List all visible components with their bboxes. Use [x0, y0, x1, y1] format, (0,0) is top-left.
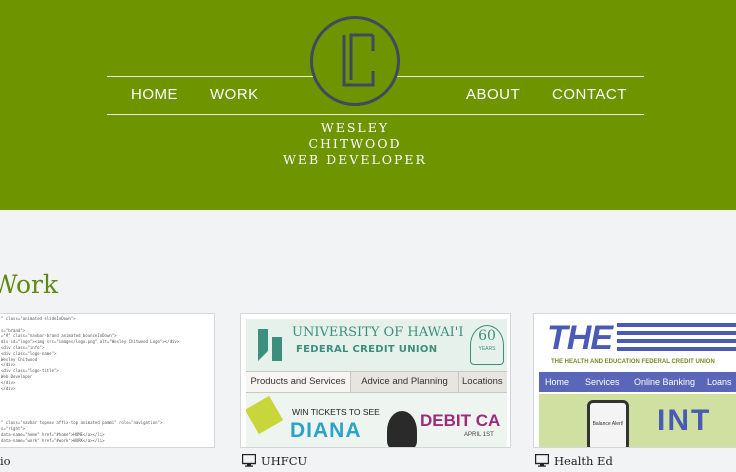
- monitor-icon: [241, 453, 257, 467]
- uhfcu-tab-products[interactable]: Products and Services: [246, 372, 351, 392]
- work-section-title: Work: [0, 270, 59, 299]
- uhfcu-banner-ticket: WIN TICKETS TO SEE: [292, 407, 380, 417]
- work-card-healthed[interactable]: THE THE HEALTH AND EDUCATION FEDERAL CRE…: [533, 313, 736, 448]
- uhfcu-subname: FEDERAL CREDIT UNION: [296, 344, 438, 355]
- tagline-name-last: CHITWOOD: [308, 136, 402, 151]
- work-card-label[interactable]: io: [0, 454, 11, 468]
- code-line: s="right">: [1, 426, 26, 432]
- code-line: <div class="info">: [1, 345, 45, 350]
- healthed-banner-text: INT: [657, 404, 712, 437]
- healthed-nav-online-banking[interactable]: Online Banking: [634, 377, 695, 387]
- code-line: " class="navbar topnav affix-top animate…: [1, 420, 163, 426]
- code-line: Web Developer: [1, 374, 33, 379]
- nav-about-link[interactable]: ABOUT: [466, 86, 520, 103]
- nav-home-link[interactable]: HOME: [131, 86, 178, 103]
- code-line: </div>: [1, 379, 16, 385]
- nav-contact-link[interactable]: CONTACT: [552, 86, 627, 103]
- code-line: data-name="work" href="#work">WORK</a></…: [1, 437, 105, 443]
- work-card-io[interactable]: " class="animated slideInDown"> s="brand"…: [0, 313, 215, 448]
- monitor-icon: [534, 453, 550, 467]
- uhfcu-nav: Products and Services Advice and Plannin…: [246, 371, 507, 393]
- nav-divider-bottom: [107, 114, 644, 115]
- healthed-nav-loans[interactable]: Loans: [707, 377, 732, 387]
- healthed-nav-home[interactable]: Home: [545, 377, 569, 387]
- uhfcu-header: UNIVERSITY OF HAWAI'I FEDERAL CREDIT UNI…: [246, 319, 507, 371]
- code-line: data-name="home" href="#home">HOME</a></…: [1, 432, 105, 437]
- uhfcu-banner-star: DIANA: [290, 419, 362, 442]
- code-line: ="#" class="navbar-brand animated bounce…: [1, 333, 117, 339]
- uhfcu-banner: WIN TICKETS TO SEE DIANA DEBIT CA APRIL …: [246, 393, 507, 447]
- code-line: <div class="logo-title">: [1, 368, 59, 374]
- work-card-uhfcu[interactable]: UNIVERSITY OF HAWAI'I FEDERAL CREDIT UNI…: [240, 313, 511, 448]
- uhfcu-banner-figure: [387, 411, 417, 447]
- uhfcu-badge-label: YEARS: [478, 346, 496, 352]
- code-line: " class="animated slideInDown">: [1, 316, 76, 321]
- uhfcu-tab-locations[interactable]: Locations: [462, 372, 503, 392]
- code-line: Wesley Chitwood: [1, 356, 38, 362]
- healthed-nav-services[interactable]: Services: [585, 377, 620, 387]
- healthed-subtitle: THE HEALTH AND EDUCATION FEDERAL CREDIT …: [551, 359, 715, 365]
- healthed-nav: Home Services Online Banking Loans: [539, 372, 736, 392]
- work-card-label[interactable]: Health Ed: [554, 454, 613, 468]
- healthed-phone-text: Balance Alert!: [592, 421, 624, 427]
- uhfcu-60-badge: 60 YEARS: [470, 325, 504, 365]
- code-line: div id="logo"><img src="images/logo.png"…: [1, 339, 180, 345]
- code-line: s="brand">: [1, 327, 26, 333]
- code-line: </div>: [1, 385, 16, 391]
- work-card-label[interactable]: UHFCU: [261, 454, 307, 468]
- uhfcu-logo-icon: [258, 329, 282, 361]
- uhfcu-tab-advice[interactable]: Advice and Planning: [351, 372, 459, 392]
- tagline-name-first: WESLEY: [320, 120, 390, 135]
- healthed-phone: Balance Alert!: [587, 400, 629, 447]
- uhfcu-banner-ribbon: [246, 395, 284, 435]
- uhfcu-banner-date: APRIL 1ST: [464, 432, 494, 438]
- tagline-role: WEB DEVELOPER: [283, 152, 427, 167]
- healthed-header: THE THE HEALTH AND EDUCATION FEDERAL CRE…: [539, 319, 736, 369]
- code-line: <div class="logo-name">: [1, 350, 57, 356]
- uhfcu-name: UNIVERSITY OF HAWAI'I: [292, 325, 464, 340]
- nav-work-link[interactable]: WORK: [210, 86, 259, 103]
- uhfcu-badge-number: 60: [478, 328, 496, 344]
- code-line: </div>: [1, 362, 16, 368]
- healthed-logo: THE: [547, 319, 613, 357]
- wc-logo[interactable]: [309, 15, 401, 107]
- healthed-banner: Balance Alert! INT: [539, 394, 736, 447]
- site-header: HOME WORK ABOUT CONTACT WESLEY CHITWOOD …: [0, 0, 736, 210]
- uhfcu-banner-debit: DEBIT CA: [420, 411, 501, 430]
